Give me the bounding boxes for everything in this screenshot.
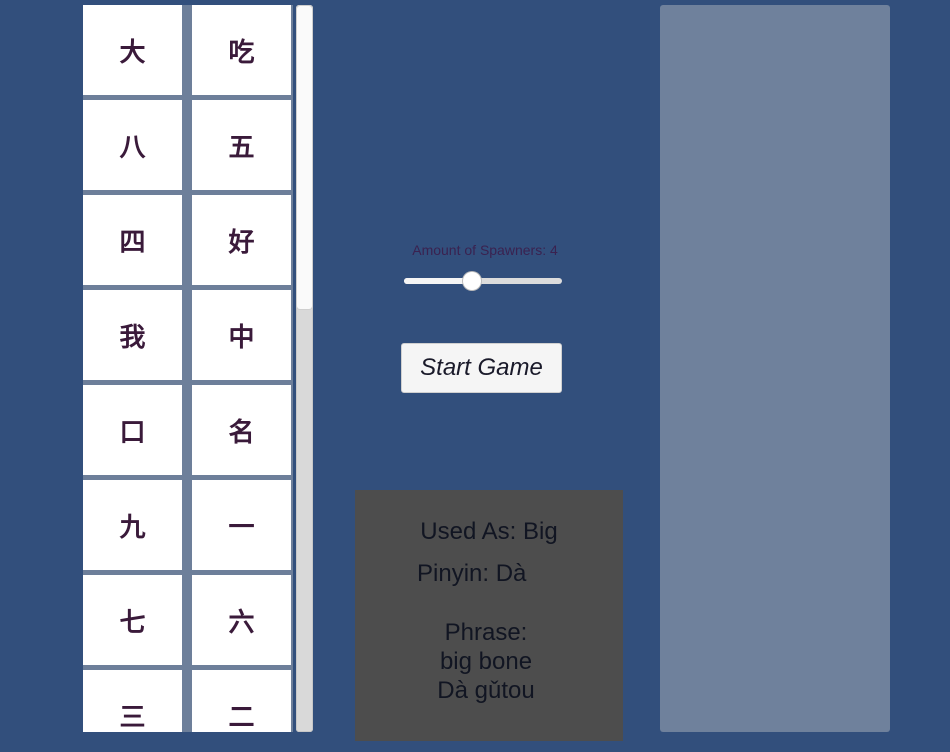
- character-tile[interactable]: 我: [83, 290, 182, 380]
- character-tile[interactable]: 二: [192, 670, 291, 732]
- spawner-slider-fill: [404, 278, 472, 284]
- character-info-panel: Used As: Big Pinyin: Dà Phrase: big bone…: [355, 490, 623, 741]
- start-game-button[interactable]: Start Game: [401, 343, 562, 393]
- character-grid: 大吃八五四好我中口名九一七六三二: [83, 5, 293, 732]
- spawner-slider-knob[interactable]: [462, 272, 481, 290]
- phrase-label: Phrase:: [444, 619, 528, 646]
- character-tile[interactable]: 大: [83, 5, 182, 95]
- character-tile[interactable]: 吃: [192, 5, 291, 95]
- character-grid-scrollbar[interactable]: [296, 5, 313, 732]
- character-tile[interactable]: 三: [83, 670, 182, 732]
- character-tile[interactable]: 六: [192, 575, 291, 665]
- pinyin-text: Pinyin: Dà: [417, 560, 527, 587]
- character-tile[interactable]: 八: [83, 100, 182, 190]
- scrollbar-handle[interactable]: [297, 6, 312, 309]
- phrase-english: big bone: [439, 648, 533, 675]
- phrase-pinyin: Dà gǔtou: [437, 677, 535, 704]
- phrase-block: Phrase: big bone Dà gǔtou: [355, 618, 617, 705]
- character-tile[interactable]: 四: [83, 195, 182, 285]
- spawner-slider[interactable]: [404, 272, 562, 290]
- character-tile[interactable]: 七: [83, 575, 182, 665]
- character-tile[interactable]: 五: [192, 100, 291, 190]
- character-tile[interactable]: 中: [192, 290, 291, 380]
- character-tile[interactable]: 一: [192, 480, 291, 570]
- side-panel: [660, 5, 890, 732]
- spawner-count-label: Amount of Spawners: 4: [412, 242, 558, 258]
- used-as-text: Used As: Big: [420, 518, 558, 545]
- character-tile[interactable]: 好: [192, 195, 291, 285]
- character-tile[interactable]: 名: [192, 385, 291, 475]
- character-tile[interactable]: 口: [83, 385, 182, 475]
- character-tile[interactable]: 九: [83, 480, 182, 570]
